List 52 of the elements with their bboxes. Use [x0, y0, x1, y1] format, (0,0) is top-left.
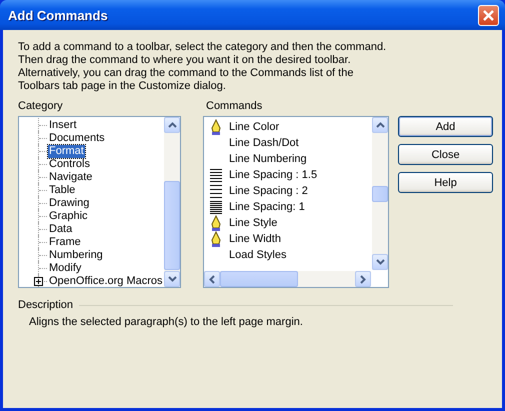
category-item[interactable]: Documents: [48, 132, 106, 145]
expand-toggle[interactable]: [34, 277, 43, 286]
command-item[interactable]: Line Style: [229, 215, 278, 231]
category-item[interactable]: Insert: [48, 119, 78, 132]
command-item[interactable]: Line Spacing : 1.5: [229, 167, 318, 183]
category-item[interactable]: Controls: [48, 158, 91, 171]
scroll-up-icon[interactable]: [376, 122, 384, 128]
command-item[interactable]: Line Spacing: 1: [229, 199, 305, 215]
category-item[interactable]: Numbering: [48, 249, 104, 262]
category-item[interactable]: Frame: [48, 236, 82, 249]
category-item[interactable]: Modify: [48, 262, 82, 275]
window-title: Add Commands: [8, 8, 108, 22]
scroll-right-icon[interactable]: [360, 274, 366, 284]
command-item[interactable]: Line Color: [229, 119, 280, 135]
description-text: Aligns the selected paragraph(s) to the left page margin.: [29, 316, 304, 328]
close-button[interactable]: [478, 4, 499, 26]
category-item[interactable]: Graphic: [48, 210, 89, 223]
scroll-down-icon[interactable]: [168, 276, 176, 282]
dialog-button[interactable]: Help: [398, 172, 493, 193]
line-spacing-icon: [210, 168, 222, 182]
scrollbar[interactable]: [164, 117, 180, 287]
pen-icon: [210, 215, 222, 231]
commands-label: Commands: [206, 100, 264, 113]
command-item[interactable]: Load Styles: [229, 247, 286, 263]
scroll-thumb[interactable]: [220, 271, 298, 287]
close-icon: [482, 8, 495, 22]
pen-icon: [210, 231, 222, 247]
scroll-thumb[interactable]: [372, 186, 388, 202]
category-item[interactable]: Format: [48, 145, 85, 158]
scrollbar[interactable]: [204, 271, 371, 287]
command-item[interactable]: Line Spacing : 2: [229, 183, 308, 199]
line-spacing-icon: [210, 184, 222, 198]
command-item[interactable]: Line Numbering: [229, 151, 307, 167]
dialog-button[interactable]: Add: [398, 116, 493, 137]
category-item[interactable]: OpenOffice.org Macros: [48, 275, 164, 287]
dialog-button[interactable]: Close: [398, 144, 493, 165]
category-item[interactable]: Drawing: [48, 197, 90, 210]
scrollbar[interactable]: [372, 117, 388, 270]
pen-icon: [210, 119, 222, 135]
command-item[interactable]: Line Width: [229, 231, 281, 247]
line-spacing-icon: [210, 200, 222, 214]
scroll-thumb[interactable]: [164, 181, 180, 270]
category-item[interactable]: Table: [48, 184, 76, 197]
description-label: Description: [18, 299, 74, 311]
category-item[interactable]: Data: [48, 223, 74, 236]
scroll-down-icon[interactable]: [376, 259, 384, 265]
command-item[interactable]: Line Dash/Dot: [229, 135, 299, 151]
scroll-up-icon[interactable]: [168, 122, 176, 128]
scroll-left-icon[interactable]: [209, 274, 215, 284]
category-item[interactable]: Navigate: [48, 171, 94, 184]
category-label: Category: [18, 100, 64, 113]
instructions-text: To add a command to a toolbar, select the category and then the command. Then drag the command to where you want it on the desired toolbar. Alternatively, you can drag the command to the Commands list of the Toolbars tab page in the Customize dialog.: [18, 41, 388, 93]
